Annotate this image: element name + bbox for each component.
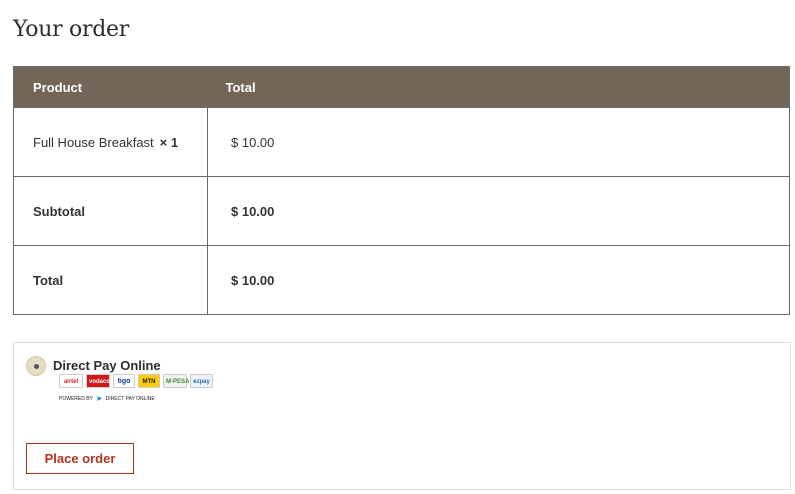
total-label: Total	[13, 245, 208, 315]
product-quantity: × 1	[159, 134, 179, 150]
subtotal-label: Subtotal	[13, 176, 208, 246]
payment-method-radio[interactable]	[26, 356, 46, 376]
payment-method-label[interactable]: Direct Pay Online	[53, 358, 161, 373]
mpesa-logo: M-PESA	[163, 374, 189, 388]
powered-by-text: POWERED BY	[59, 395, 93, 402]
payment-methods: Direct Pay Online airtel vodacom tigo MT…	[13, 342, 791, 490]
powered-by-brand: DIRECT PAY ONLINE	[105, 395, 155, 402]
order-table: Product Total Full House Breakfast × 1 $ …	[13, 66, 790, 315]
total-value: $ 10.00	[207, 245, 790, 315]
powered-by: POWERED BY ➤ DIRECT PAY ONLINE	[59, 394, 155, 403]
page-title: Your order	[13, 17, 129, 42]
ezpay-logo: ezpay	[190, 374, 213, 388]
tigo-logo: tigo	[113, 374, 135, 388]
header-total: Total	[207, 66, 790, 108]
vodacom-logo: vodacom	[86, 374, 115, 388]
table-row: Full House Breakfast × 1 $ 10.00	[13, 107, 790, 177]
dpo-logo-icon: ➤	[95, 394, 103, 403]
header-product: Product	[13, 66, 208, 108]
place-order-button[interactable]: Place order	[26, 443, 134, 474]
total-row: Total $ 10.00	[13, 245, 790, 315]
radio-selected-dot	[34, 364, 39, 369]
payment-logos: airtel vodacom tigo MTN M-PESA ezpay	[59, 374, 213, 388]
mtn-logo: MTN	[138, 374, 160, 388]
product-name: Full House Breakfast	[33, 134, 154, 150]
order-table-header: Product Total	[13, 66, 790, 108]
product-total: $ 10.00	[207, 107, 790, 177]
airtel-logo: airtel	[59, 374, 83, 388]
subtotal-value: $ 10.00	[207, 176, 790, 246]
product-cell: Full House Breakfast × 1	[13, 107, 208, 177]
subtotal-row: Subtotal $ 10.00	[13, 176, 790, 246]
